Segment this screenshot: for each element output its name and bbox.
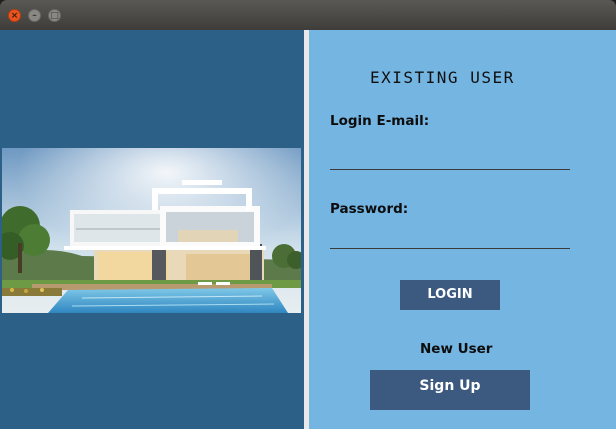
new-user-label: New User	[420, 341, 493, 357]
maximize-icon[interactable]: □	[48, 9, 61, 22]
house-photo	[2, 148, 301, 313]
window-titlebar[interactable]: × – □	[0, 0, 616, 30]
login-button[interactable]: LOGIN	[400, 280, 500, 310]
minimize-icon[interactable]: –	[28, 9, 41, 22]
close-icon[interactable]: ×	[8, 9, 21, 22]
signup-button[interactable]: Sign Up	[370, 370, 530, 410]
email-label: Login E-mail:	[330, 113, 430, 129]
email-field[interactable]	[330, 148, 570, 170]
password-label: Password:	[330, 201, 409, 217]
form-title: EXISTING USER	[370, 68, 515, 87]
password-field[interactable]	[330, 227, 570, 249]
